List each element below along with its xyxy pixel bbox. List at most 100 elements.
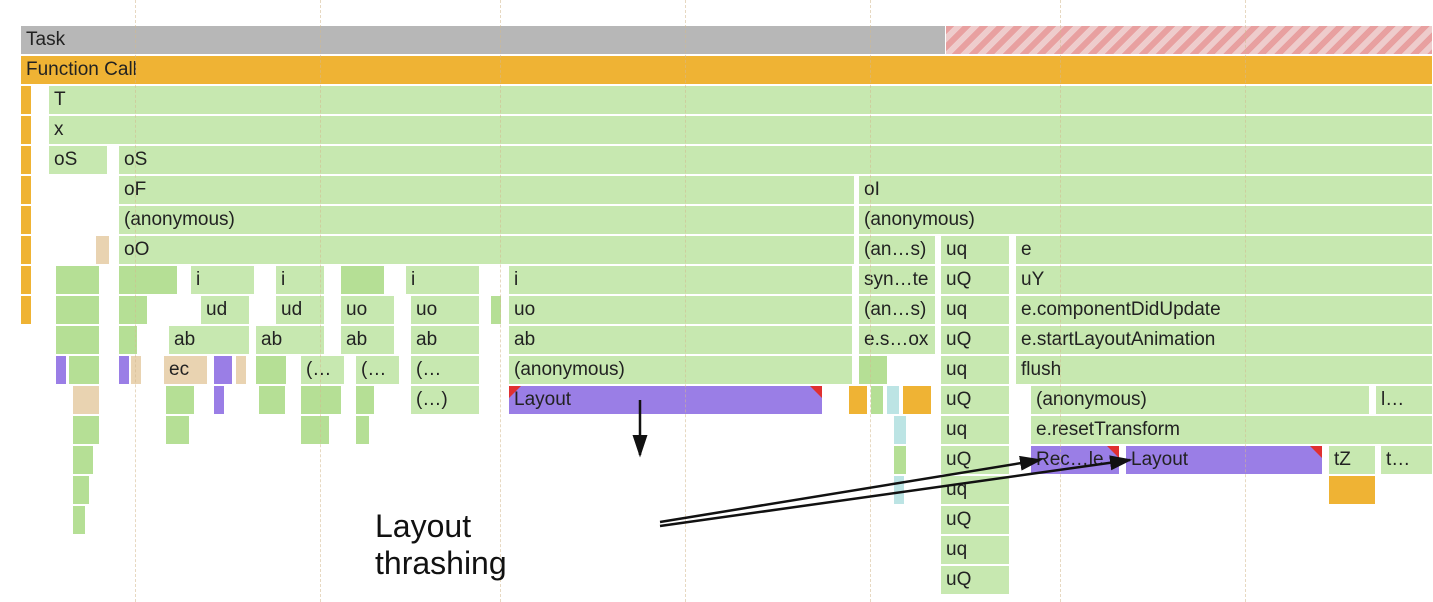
flame-bar[interactable] [118, 325, 138, 355]
flame-bar[interactable] [300, 385, 342, 415]
flame-bar[interactable] [893, 445, 907, 475]
flame-bar[interactable]: uY [1015, 265, 1433, 295]
flame-bar[interactable]: tZ [1328, 445, 1376, 475]
flame-bar[interactable]: ab [168, 325, 250, 355]
flame-bar[interactable] [118, 265, 178, 295]
flame-bar[interactable]: oS [48, 145, 108, 175]
flame-bar[interactable] [118, 355, 130, 385]
flame-bar[interactable]: uq [940, 415, 1010, 445]
flame-bar[interactable] [55, 265, 100, 295]
flame-bar[interactable]: (…) [410, 385, 480, 415]
flame-bar[interactable] [213, 355, 233, 385]
flame-bar[interactable]: uo [340, 295, 395, 325]
flame-bar[interactable]: i [275, 265, 325, 295]
flame-bar[interactable]: ab [340, 325, 395, 355]
flame-bar[interactable] [55, 325, 100, 355]
flame-bar[interactable]: i [190, 265, 255, 295]
flame-bar[interactable]: t… [1380, 445, 1433, 475]
flame-bar[interactable]: (anonymous) [508, 355, 853, 385]
flame-bar[interactable]: uQ [940, 265, 1010, 295]
flame-bar[interactable] [72, 445, 94, 475]
flame-bar[interactable]: i [508, 265, 853, 295]
flame-bar[interactable] [118, 295, 148, 325]
flame-bar[interactable]: uQ [940, 325, 1010, 355]
flame-bar[interactable]: uq [940, 235, 1010, 265]
flame-bar[interactable]: Function Call [20, 55, 1433, 85]
flame-bar[interactable]: Layout [508, 385, 823, 415]
flame-bar[interactable]: oO [118, 235, 855, 265]
flame-bar[interactable]: (an…s) [858, 295, 936, 325]
flame-bar[interactable]: ud [200, 295, 250, 325]
flame-bar[interactable]: e [1015, 235, 1433, 265]
flame-bar[interactable] [20, 85, 32, 115]
flame-bar[interactable] [72, 415, 100, 445]
flame-bar[interactable] [20, 295, 32, 325]
flame-bar[interactable] [130, 355, 142, 385]
flame-bar[interactable] [893, 415, 907, 445]
flame-bar[interactable]: (an…s) [858, 235, 936, 265]
flame-bar[interactable] [20, 235, 32, 265]
flame-bar[interactable]: oI [858, 175, 1433, 205]
flame-bar[interactable]: e.componentDidUpdate [1015, 295, 1433, 325]
flame-bar[interactable]: uq [940, 535, 1010, 565]
flame-bar[interactable] [893, 475, 905, 505]
flame-bar[interactable] [340, 265, 385, 295]
flame-bar[interactable]: oF [118, 175, 855, 205]
flame-bar[interactable]: syn…te [858, 265, 936, 295]
flame-chart[interactable]: TaskFunction CallTxoSoSoFoI(anonymous)(a… [0, 0, 1433, 602]
flame-bar[interactable] [490, 295, 502, 325]
flame-bar[interactable]: l… [1375, 385, 1433, 415]
flame-bar[interactable]: uQ [940, 565, 1010, 595]
flame-bar[interactable] [300, 415, 330, 445]
flame-bar[interactable] [848, 385, 868, 415]
flame-bar[interactable] [72, 475, 90, 505]
flame-bar[interactable]: (anonymous) [118, 205, 855, 235]
flame-bar[interactable] [165, 415, 190, 445]
flame-bar[interactable]: e.startLayoutAnimation [1015, 325, 1433, 355]
flame-bar[interactable] [213, 385, 225, 415]
flame-bar[interactable]: uq [940, 295, 1010, 325]
flame-bar[interactable]: x [48, 115, 1433, 145]
flame-bar[interactable]: ab [410, 325, 480, 355]
flame-bar[interactable] [20, 265, 32, 295]
flame-bar[interactable] [1328, 475, 1376, 505]
flame-bar[interactable]: (anonymous) [858, 205, 1433, 235]
flame-bar[interactable] [858, 355, 888, 385]
flame-bar[interactable]: (… [300, 355, 345, 385]
flame-bar[interactable]: uQ [940, 505, 1010, 535]
flame-bar[interactable] [68, 355, 100, 385]
flame-bar[interactable] [72, 505, 86, 535]
flame-bar[interactable]: uQ [940, 445, 1010, 475]
flame-bar[interactable] [870, 385, 884, 415]
flame-bar[interactable]: uQ [940, 385, 1010, 415]
flame-bar[interactable] [255, 355, 287, 385]
flame-bar[interactable] [55, 295, 100, 325]
flame-bar[interactable] [258, 385, 286, 415]
flame-bar[interactable] [95, 235, 110, 265]
flame-bar[interactable]: Layout [1125, 445, 1323, 475]
flame-bar[interactable] [886, 385, 900, 415]
flame-bar[interactable] [72, 385, 100, 415]
flame-bar[interactable]: uq [940, 475, 1010, 505]
flame-bar[interactable] [20, 175, 32, 205]
flame-bar[interactable] [20, 115, 32, 145]
flame-bar[interactable]: ec [163, 355, 208, 385]
flame-bar[interactable]: ud [275, 295, 325, 325]
flame-bar[interactable] [902, 385, 932, 415]
flame-bar[interactable]: uo [410, 295, 480, 325]
flame-bar[interactable]: T [48, 85, 1433, 115]
flame-bar[interactable]: ab [255, 325, 325, 355]
flame-bar[interactable] [235, 355, 247, 385]
flame-bar[interactable]: (… [355, 355, 400, 385]
flame-bar[interactable]: uo [508, 295, 853, 325]
flame-bar[interactable]: flush [1015, 355, 1433, 385]
flame-bar[interactable] [55, 355, 67, 385]
flame-bar[interactable]: (anonymous) [1030, 385, 1370, 415]
flame-bar[interactable] [20, 145, 32, 175]
flame-bar[interactable]: ab [508, 325, 853, 355]
flame-bar[interactable] [165, 385, 195, 415]
flame-bar[interactable]: oS [118, 145, 1433, 175]
flame-bar[interactable]: e.resetTransform [1030, 415, 1433, 445]
flame-bar[interactable]: uq [940, 355, 1010, 385]
flame-bar[interactable] [355, 415, 370, 445]
